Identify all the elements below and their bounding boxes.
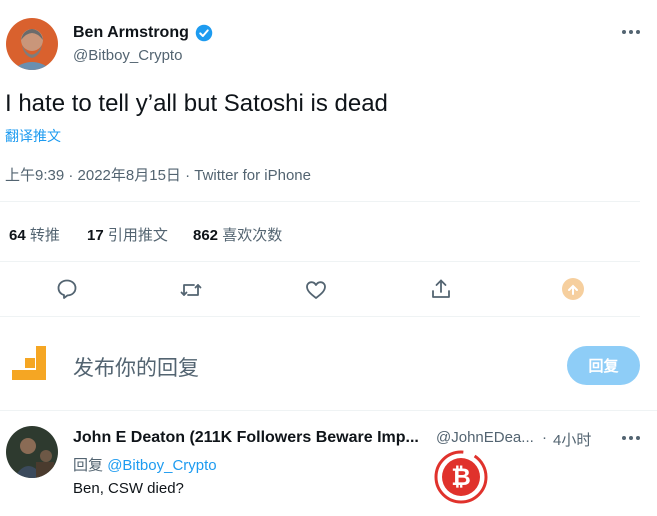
retweets-stat[interactable]: 64 转推	[9, 224, 60, 245]
retweets-label: 转推	[29, 227, 60, 244]
divider	[0, 316, 640, 317]
tweet-text: I hate to tell y’all but Satoshi is dead	[5, 90, 388, 117]
quotes-label: 引用推文	[107, 227, 168, 244]
reply-icon[interactable]	[55, 277, 79, 301]
reply-dot-separator: ·	[542, 429, 547, 446]
reply-text: Ben, CSW died?	[73, 480, 184, 497]
author-avatar[interactable]	[6, 18, 58, 70]
replying-to-line: 回复 @Bitboy_Crypto	[73, 454, 217, 475]
likes-count: 862	[193, 227, 219, 244]
svg-text:₿: ₿	[451, 463, 471, 491]
quotes-count: 17	[87, 227, 104, 244]
likes-stat[interactable]: 862 喜欢次数	[193, 224, 282, 245]
divider	[0, 261, 640, 262]
compose-input[interactable]: 发布你的回复	[73, 352, 199, 382]
replying-prefix: 回复	[73, 457, 104, 474]
divider	[0, 410, 657, 411]
retweets-count: 64	[9, 227, 26, 244]
reply-ellipsis-icon[interactable]	[620, 430, 642, 446]
ellipsis-icon[interactable]	[620, 24, 642, 40]
author-handle[interactable]: @Bitboy_Crypto	[73, 47, 182, 64]
likes-label: 喜欢次数	[222, 227, 283, 244]
reply-time[interactable]: 4小时	[553, 429, 591, 450]
compose-logo-icon	[12, 346, 48, 380]
reply-button[interactable]: 回复	[567, 346, 640, 385]
reply-author-name[interactable]: John E Deaton (211K Followers Beware Imp…	[73, 429, 419, 447]
reply-author-handle[interactable]: @JohnEDea...	[436, 429, 534, 446]
translate-link[interactable]: 翻译推文	[5, 126, 61, 146]
quotes-stat[interactable]: 17 引用推文	[87, 224, 168, 245]
author-name[interactable]: Ben Armstrong	[73, 24, 189, 42]
divider	[0, 201, 640, 202]
tip-icon[interactable]	[561, 277, 585, 301]
bitcoin-watermark-icon: ₿	[434, 450, 488, 504]
reply-author-avatar[interactable]	[6, 426, 58, 478]
like-icon[interactable]	[304, 278, 328, 302]
replying-to-link[interactable]: @Bitboy_Crypto	[107, 457, 216, 474]
tweet-meta[interactable]: 上午9:39 · 2022年8月15日 · Twitter for iPhone	[5, 164, 311, 185]
verified-badge-icon	[195, 24, 213, 42]
share-icon[interactable]	[429, 277, 453, 301]
retweet-icon[interactable]	[179, 278, 203, 302]
